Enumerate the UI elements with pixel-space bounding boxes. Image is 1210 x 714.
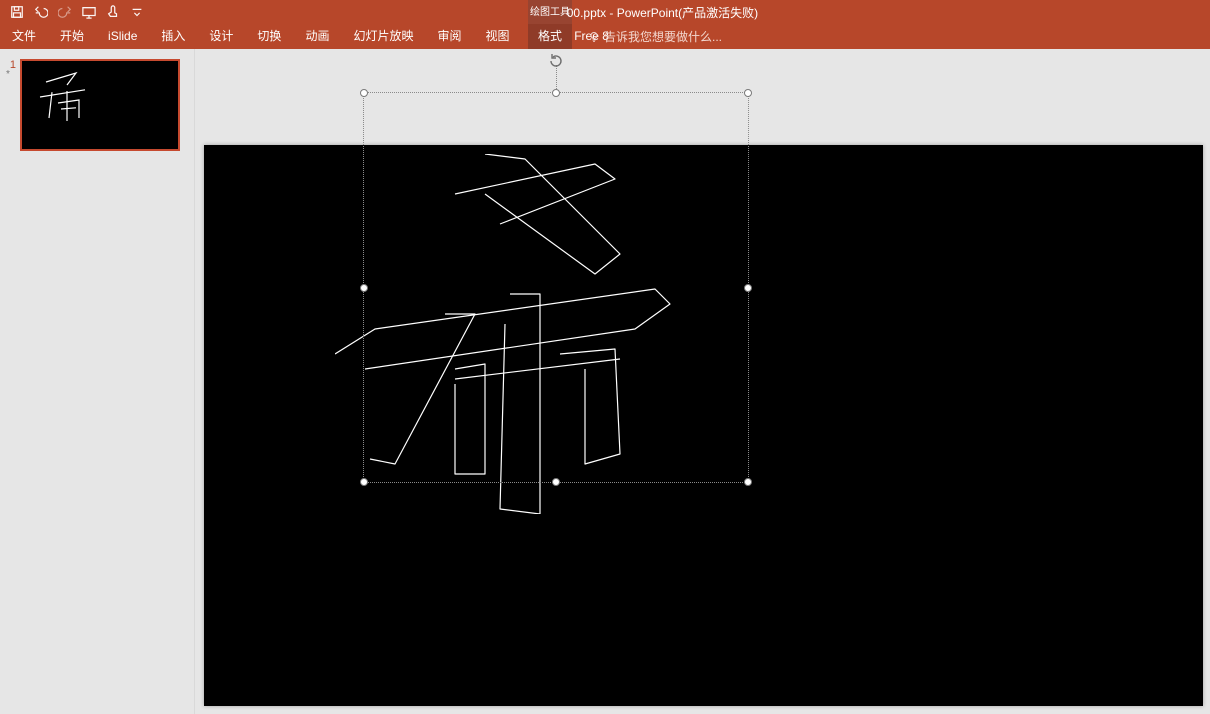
workspace: 1 *: [0, 49, 1210, 714]
tell-me-placeholder: 告诉我您想要做什么...: [604, 28, 722, 45]
tab-slideshow[interactable]: 幻灯片放映: [341, 24, 425, 49]
touch-mode-icon[interactable]: [106, 5, 120, 19]
redo-icon[interactable]: [58, 5, 72, 19]
contextual-tab-group-label: 绘图工具: [530, 7, 570, 18]
window-title: 00.pptx - PowerPoint(产品激活失败): [567, 0, 758, 24]
tab-format[interactable]: 格式: [528, 24, 572, 49]
quick-access-toolbar: [0, 5, 144, 19]
resize-handle-bottom-middle[interactable]: [552, 478, 560, 486]
resize-handle-middle-right[interactable]: [744, 284, 752, 292]
qat-more-icon[interactable]: [130, 5, 144, 19]
slide-editor[interactable]: [195, 49, 1210, 714]
thumbnail-glyph: [34, 67, 94, 127]
resize-handle-top-middle[interactable]: [552, 89, 560, 97]
start-slideshow-icon[interactable]: [82, 5, 96, 19]
rotation-handle[interactable]: [548, 53, 564, 69]
slide-thumbnail-pane[interactable]: 1 *: [0, 49, 195, 714]
tab-design[interactable]: 设计: [197, 24, 245, 49]
contextual-tab-group: 绘图工具: [528, 0, 572, 24]
tab-file[interactable]: 文件: [0, 24, 48, 49]
thumbnail-slide-1[interactable]: [20, 59, 180, 151]
tell-me-search[interactable]: 告诉我您想要做什么...: [588, 24, 722, 49]
resize-handle-middle-left[interactable]: [360, 284, 368, 292]
tab-view[interactable]: 视图: [473, 24, 521, 49]
tab-insert[interactable]: 插入: [149, 24, 197, 49]
resize-handle-bottom-right[interactable]: [744, 478, 752, 486]
resize-handle-top-left[interactable]: [360, 89, 368, 97]
rotation-stem: [556, 65, 557, 89]
tab-review[interactable]: 审阅: [425, 24, 473, 49]
title-bar: 绘图工具 00.pptx - PowerPoint(产品激活失败): [0, 0, 1210, 24]
thumbnail-meta: 1 *: [6, 59, 16, 151]
thumbnail-item[interactable]: 1 *: [0, 59, 194, 151]
ribbon-tabs: 文件 开始 iSlide 插入 设计 切换 动画 幻灯片放映 审阅 视图 iSp…: [0, 24, 1210, 49]
thumbnail-unsaved-icon: *: [6, 71, 16, 79]
slide-canvas[interactable]: [204, 145, 1203, 706]
resize-handle-bottom-left[interactable]: [360, 478, 368, 486]
undo-icon[interactable]: [34, 5, 48, 19]
tab-islide[interactable]: iSlide: [96, 24, 149, 49]
save-icon[interactable]: [10, 5, 24, 19]
tab-home[interactable]: 开始: [48, 24, 96, 49]
lightbulb-icon: [588, 31, 600, 43]
resize-handle-top-right[interactable]: [744, 89, 752, 97]
tab-animations[interactable]: 动画: [293, 24, 341, 49]
tab-transitions[interactable]: 切换: [245, 24, 293, 49]
